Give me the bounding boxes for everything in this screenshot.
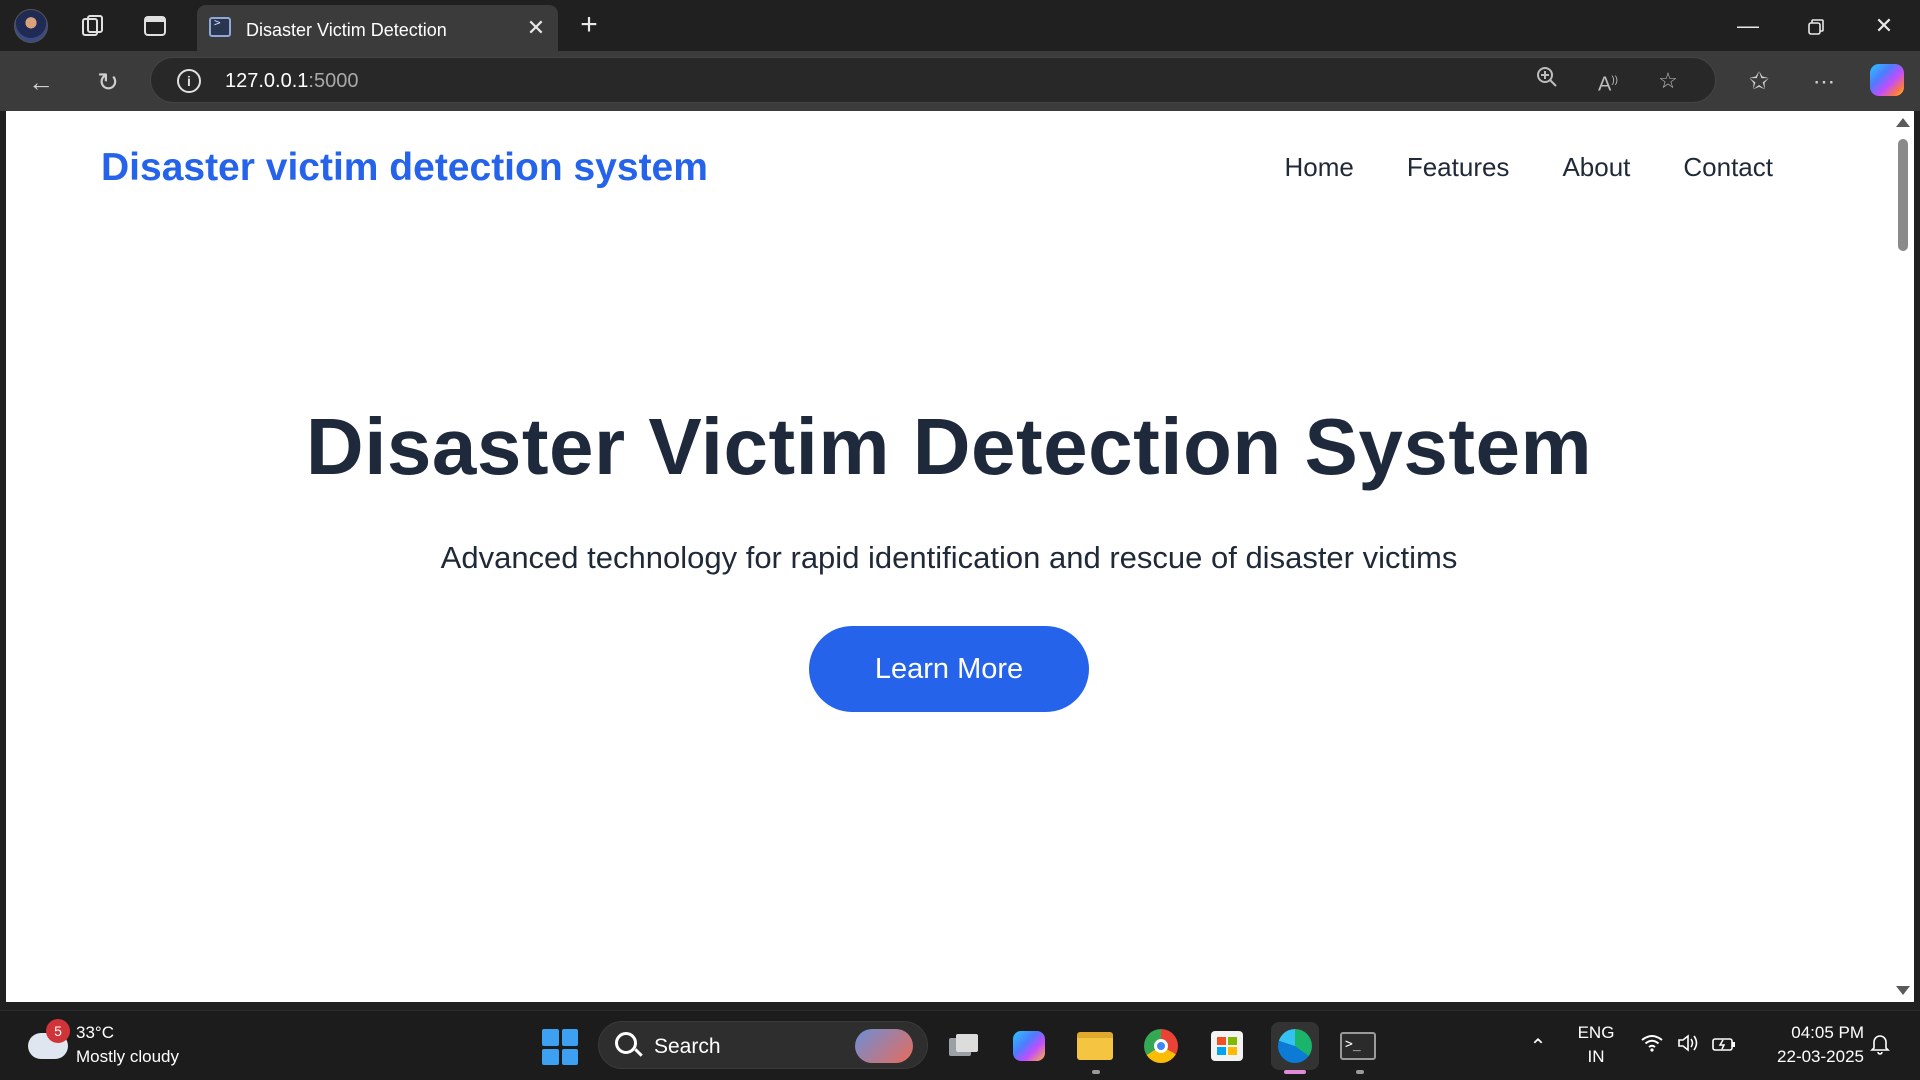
address-bar[interactable]: i 127.0.0.1:5000 A)) ☆: [150, 57, 1716, 103]
edge-icon[interactable]: [1271, 1022, 1319, 1070]
clock-date[interactable]: 22-03-2025: [1758, 1047, 1864, 1067]
read-aloud-icon[interactable]: A)): [1593, 66, 1623, 96]
edge-active-indicator: [1284, 1070, 1306, 1074]
file-explorer-icon[interactable]: [1074, 1025, 1116, 1067]
minimize-button[interactable]: —: [1714, 0, 1782, 51]
tab-actions-icon[interactable]: [138, 9, 172, 43]
scroll-up-icon[interactable]: [1896, 118, 1910, 127]
clock-time[interactable]: 04:05 PM: [1758, 1023, 1864, 1043]
hero-title: Disaster Victim Detection System: [305, 402, 1593, 491]
favorite-star-icon[interactable]: ☆: [1653, 66, 1683, 96]
nav-features-link[interactable]: Features: [1407, 152, 1510, 183]
workspaces-icon[interactable]: [76, 9, 110, 43]
browser-toolbar: ← ↻ i 127.0.0.1:5000 A)) ☆ ✩ ⋯: [0, 51, 1920, 111]
task-view-icon[interactable]: [943, 1025, 985, 1067]
taskbar-search[interactable]: Search: [598, 1021, 928, 1069]
profile-avatar-icon[interactable]: [14, 9, 48, 43]
copilot-icon[interactable]: [1870, 64, 1904, 96]
weather-desc[interactable]: Mostly cloudy: [76, 1047, 179, 1067]
hero-section: Disaster Victim Detection System Advance…: [6, 401, 1892, 712]
terminal-favicon-icon: [209, 16, 231, 37]
weather-temp[interactable]: 33°C: [76, 1023, 114, 1043]
copilot-app-icon[interactable]: [1008, 1025, 1050, 1067]
search-icon: [615, 1032, 637, 1054]
site-brand[interactable]: Disaster victim detection system: [101, 146, 708, 190]
language-indicator-bottom[interactable]: IN: [1576, 1047, 1616, 1067]
restore-button[interactable]: [1782, 0, 1850, 51]
page-viewport: Disaster victim detection system Home Fe…: [6, 111, 1892, 1002]
refresh-icon[interactable]: ↻: [89, 63, 127, 101]
explorer-running-dot: [1092, 1070, 1100, 1074]
browser-titlebar: Disaster Victim Detection ✕ + — ✕: [0, 0, 1920, 51]
page-scrollbar[interactable]: [1892, 111, 1914, 1002]
hero-subtitle: Advanced technology for rapid identifica…: [440, 540, 1458, 575]
wifi-icon[interactable]: [1638, 1033, 1666, 1061]
url-text[interactable]: 127.0.0.1:5000: [225, 70, 358, 93]
store-icon[interactable]: [1206, 1025, 1248, 1067]
search-label: Search: [654, 1035, 721, 1058]
learn-more-button[interactable]: Learn More: [809, 626, 1089, 712]
favorites-icon[interactable]: ✩: [1740, 63, 1778, 101]
search-highlight-icon: [855, 1029, 913, 1063]
scroll-down-icon[interactable]: [1896, 986, 1910, 995]
terminal-running-dot: [1356, 1070, 1364, 1074]
nav-home-link[interactable]: Home: [1284, 152, 1353, 183]
zoom-icon[interactable]: [1532, 66, 1562, 96]
site-header: Disaster victim detection system Home Fe…: [6, 111, 1892, 223]
weather-badge: 5: [46, 1019, 70, 1043]
windows-start-icon[interactable]: [542, 1029, 578, 1065]
active-tab[interactable]: Disaster Victim Detection ✕: [197, 5, 558, 51]
chrome-icon[interactable]: [1140, 1025, 1182, 1067]
scrollbar-thumb[interactable]: [1898, 139, 1908, 251]
more-icon[interactable]: ⋯: [1805, 63, 1843, 101]
show-hidden-icons-icon[interactable]: ⌃: [1524, 1033, 1552, 1061]
language-indicator-top[interactable]: ENG: [1576, 1023, 1616, 1043]
terminal-icon[interactable]: >_: [1337, 1025, 1379, 1067]
nav-contact-link[interactable]: Contact: [1683, 152, 1773, 183]
volume-icon[interactable]: [1674, 1033, 1702, 1061]
site-nav: Home Features About Contact: [1284, 152, 1773, 183]
tab-close-icon[interactable]: ✕: [522, 14, 550, 42]
new-tab-button[interactable]: +: [572, 8, 606, 42]
battery-icon[interactable]: [1710, 1033, 1738, 1061]
back-icon[interactable]: ←: [22, 63, 60, 101]
windows-taskbar: 5 33°C Mostly cloudy Search >_ ⌃ ENG IN: [0, 1010, 1920, 1080]
notifications-icon[interactable]: [1866, 1033, 1894, 1061]
nav-about-link[interactable]: About: [1562, 152, 1630, 183]
tab-title: Disaster Victim Detection: [246, 20, 447, 40]
close-window-button[interactable]: ✕: [1850, 0, 1918, 51]
site-info-icon[interactable]: i: [177, 69, 201, 93]
